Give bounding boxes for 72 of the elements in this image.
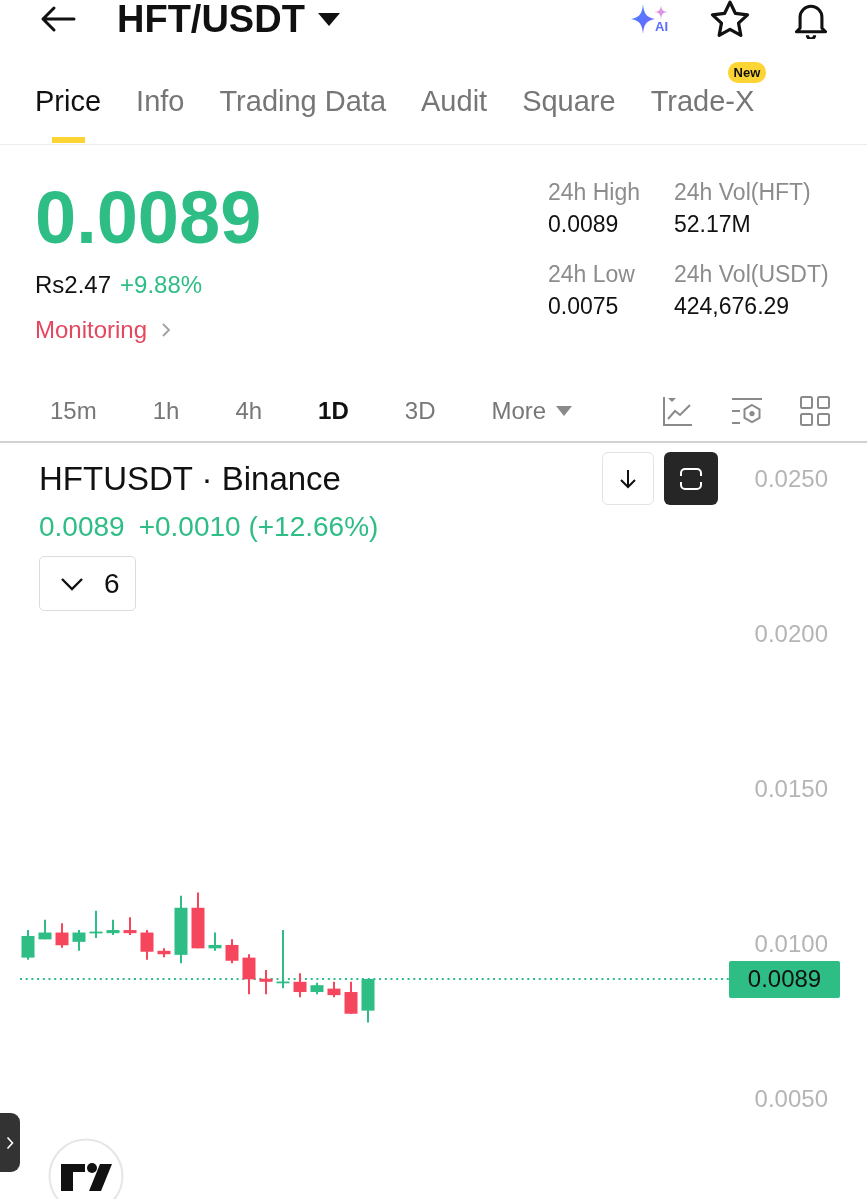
candle bbox=[225, 938, 239, 965]
download-button[interactable] bbox=[602, 452, 654, 505]
more-intervals-button[interactable]: More bbox=[491, 395, 573, 426]
candle bbox=[361, 978, 375, 1024]
chevron-down-icon bbox=[60, 576, 84, 591]
stat-label: 24h Vol(HFT) bbox=[674, 178, 812, 207]
monitoring-link[interactable]: Monitoring bbox=[35, 315, 172, 345]
stat-value: 0.0089 bbox=[548, 210, 620, 239]
interval-tab[interactable]: 1h bbox=[152, 395, 180, 426]
price-axis-label: 0.0050 bbox=[754, 1084, 828, 1112]
stat-label: 24h High bbox=[548, 178, 642, 207]
current-price-label: 0.0089 bbox=[729, 960, 840, 998]
tab[interactable]: Trade-X bbox=[650, 83, 755, 119]
candle bbox=[242, 953, 256, 996]
price-axis-label: 0.0100 bbox=[754, 929, 828, 957]
chart-price-change: +0.0010 (+12.66%) bbox=[138, 510, 379, 544]
caret-down-icon bbox=[317, 12, 340, 26]
candle bbox=[21, 929, 35, 961]
tab[interactable]: Trading Data bbox=[219, 83, 387, 119]
indicators-toggle-button[interactable]: 6 bbox=[39, 556, 136, 611]
chevron-right-icon bbox=[161, 322, 172, 338]
stat-label: 24h Low bbox=[548, 260, 636, 289]
frame-button[interactable] bbox=[664, 452, 718, 505]
interval-tab[interactable]: 4h bbox=[235, 395, 263, 426]
sidebar-toggle-button[interactable] bbox=[0, 1113, 20, 1172]
candle bbox=[55, 922, 69, 949]
grid-icon[interactable] bbox=[800, 395, 830, 426]
back-arrow-icon[interactable] bbox=[40, 5, 76, 33]
candle bbox=[310, 981, 324, 996]
chart-last-price: 0.0089 bbox=[39, 510, 125, 544]
candle bbox=[293, 972, 307, 999]
stat-label: 24h Vol(USDT) bbox=[674, 260, 830, 289]
candle bbox=[344, 980, 358, 1015]
candle bbox=[208, 931, 222, 952]
candle bbox=[174, 894, 188, 965]
candle bbox=[140, 929, 154, 961]
price-change: +9.88% bbox=[120, 270, 203, 300]
price-axis-label: 0.0150 bbox=[754, 774, 828, 802]
price-axis-label: 0.0250 bbox=[754, 464, 828, 492]
candle bbox=[191, 891, 205, 950]
star-icon[interactable] bbox=[710, 0, 750, 38]
tab[interactable]: Square bbox=[522, 83, 616, 119]
interval-tab[interactable]: 3D bbox=[404, 395, 436, 426]
candle bbox=[327, 980, 341, 999]
candle bbox=[72, 929, 86, 952]
candle bbox=[38, 918, 52, 941]
chart-symbol-title: HFTUSDT · Binance bbox=[39, 459, 341, 499]
candle bbox=[259, 969, 273, 996]
interval-tab[interactable]: 1D bbox=[318, 395, 349, 426]
stat-value: 0.0075 bbox=[548, 292, 620, 321]
chevron-right-icon bbox=[6, 1135, 14, 1150]
tab[interactable]: Info bbox=[136, 83, 185, 119]
stat-value: 424,676.29 bbox=[674, 292, 791, 321]
candle bbox=[276, 929, 290, 990]
candle bbox=[89, 909, 103, 940]
pair-selector-button[interactable]: HFT/USDT bbox=[117, 0, 340, 38]
candle bbox=[157, 947, 171, 959]
logo-icon[interactable] bbox=[48, 1138, 124, 1199]
tab[interactable]: Audit bbox=[421, 83, 488, 119]
caret-down-icon bbox=[556, 405, 573, 416]
new-badge: New bbox=[727, 62, 767, 83]
candle bbox=[106, 918, 120, 936]
price-axis-label: 0.0200 bbox=[754, 619, 828, 647]
candle bbox=[123, 916, 137, 936]
last-price: 0.0089 bbox=[35, 181, 262, 255]
stat-value: 52.17M bbox=[674, 210, 752, 239]
interval-tab[interactable]: 15m bbox=[50, 395, 97, 426]
ai-button[interactable]: AI bbox=[631, 4, 668, 34]
line-chart-icon[interactable] bbox=[662, 394, 694, 427]
fiat-price: Rs2.47 bbox=[35, 270, 112, 300]
tab[interactable]: Price bbox=[35, 83, 102, 143]
hexagon-lines-icon[interactable] bbox=[730, 395, 764, 426]
